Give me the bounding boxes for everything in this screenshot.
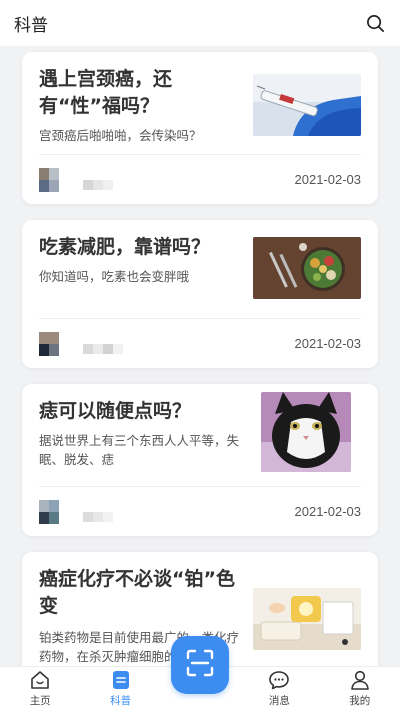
author[interactable] bbox=[39, 167, 123, 192]
tab-profile[interactable]: 我的 bbox=[330, 669, 390, 708]
article-summary: 据说世界上有三个东西人人平等，失眠、脱发、痣 bbox=[39, 433, 240, 467]
article-icon bbox=[110, 669, 132, 691]
tab-label: 我的 bbox=[349, 695, 371, 707]
author-name-pixelated bbox=[83, 507, 123, 522]
salad-bowl-photo bbox=[253, 237, 361, 299]
author[interactable] bbox=[39, 499, 123, 524]
tab-label: 消息 bbox=[268, 695, 290, 707]
search-icon[interactable] bbox=[364, 12, 386, 34]
publish-date: 2021-02-03 bbox=[294, 172, 362, 187]
author-name-pixelated bbox=[83, 175, 123, 190]
message-icon bbox=[268, 669, 290, 691]
avatar bbox=[39, 331, 59, 356]
vaccine-photo bbox=[253, 74, 361, 136]
page-title: 科普 bbox=[14, 15, 48, 36]
article-title: 吃素减肥，靠谱吗？ bbox=[39, 236, 211, 258]
publish-date: 2021-02-03 bbox=[294, 504, 362, 519]
publish-date: 2021-02-03 bbox=[294, 336, 362, 351]
author[interactable] bbox=[39, 331, 123, 356]
profile-icon bbox=[349, 669, 371, 691]
article-meta: 2021-02-03 bbox=[39, 318, 361, 368]
article-card[interactable]: 吃素减肥，靠谱吗？ 你知道吗，吃素也会变胖哦 2021-02-03 bbox=[22, 220, 378, 368]
tab-science[interactable]: 科普 bbox=[91, 669, 151, 708]
article-summary: 你知道吗，吃素也会变胖哦 bbox=[39, 269, 190, 284]
scan-button[interactable] bbox=[171, 636, 229, 694]
article-card[interactable]: 遇上宫颈癌，还有“性”福吗？ 宫颈癌后啪啪啪，会传染吗？ 2021-02-03 bbox=[22, 52, 378, 204]
avatar bbox=[39, 167, 59, 192]
tab-label: 科普 bbox=[110, 695, 132, 707]
article-title: 遇上宫颈癌，还有“性”福吗？ bbox=[39, 68, 173, 117]
tab-label: 主页 bbox=[29, 695, 51, 707]
article-card[interactable]: 痣可以随便点吗？ 据说世界上有三个东西人人平等，失眠、脱发、痣 2021-02-… bbox=[22, 384, 378, 536]
tab-home[interactable]: 主页 bbox=[10, 669, 70, 708]
medicine-photo bbox=[253, 588, 361, 650]
article-summary: 宫颈癌后啪啪啪，会传染吗？ bbox=[39, 128, 202, 143]
author-name-pixelated bbox=[83, 339, 123, 354]
article-meta: 2021-02-03 bbox=[39, 486, 361, 536]
cat-photo bbox=[261, 392, 351, 472]
home-icon bbox=[29, 669, 51, 691]
avatar bbox=[39, 499, 59, 524]
top-bar: 科普 bbox=[0, 0, 400, 46]
article-title: 痣可以随便点吗？ bbox=[39, 400, 192, 422]
article-title: 癌症化疗不必谈“铂”色变 bbox=[39, 568, 235, 617]
article-meta: 2021-02-03 bbox=[39, 154, 361, 204]
scan-icon bbox=[185, 648, 215, 682]
article-feed[interactable]: 遇上宫颈癌，还有“性”福吗？ 宫颈癌后啪啪啪，会传染吗？ 2021-02-03 … bbox=[0, 46, 400, 666]
tab-messages[interactable]: 消息 bbox=[249, 669, 309, 708]
